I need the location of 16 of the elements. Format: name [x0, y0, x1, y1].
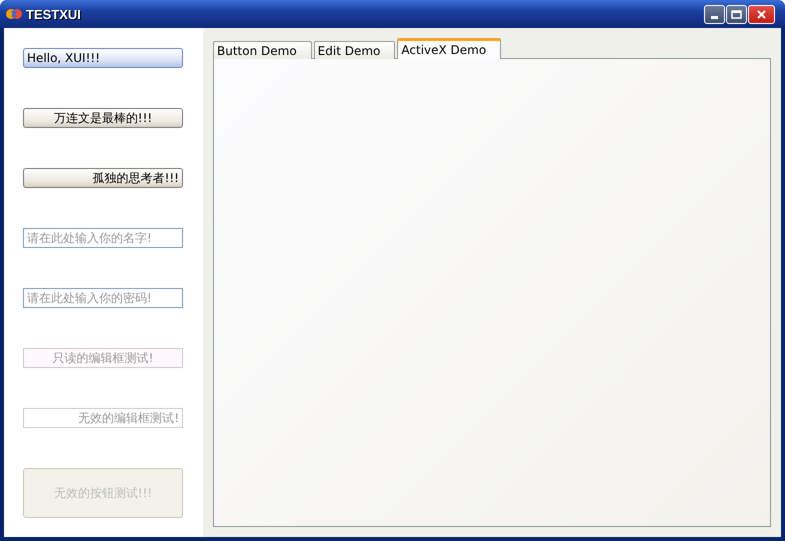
tab[interactable]: Button Demo	[213, 41, 312, 59]
app-logo-icon	[6, 7, 22, 21]
minimize-icon	[711, 16, 718, 18]
close-button[interactable]	[748, 4, 775, 24]
maximize-icon	[731, 10, 742, 18]
push-button[interactable]: 万连文是最棒的!!!	[23, 108, 183, 128]
input-field[interactable]: 请在此处输入你的名字!	[23, 228, 183, 248]
tab[interactable]: Edit Demo	[314, 41, 396, 59]
tab[interactable]: ActiveX Demo	[397, 38, 502, 59]
input-field[interactable]: 请在此处输入你的密码!	[23, 288, 183, 308]
push-button[interactable]: Hello, XUI!!!	[23, 48, 183, 68]
push-button[interactable]: 孤独的思考者!!!	[23, 168, 183, 188]
window-title: TESTXUI	[26, 6, 82, 22]
close-icon	[757, 10, 766, 18]
minimize-button[interactable]	[704, 4, 725, 24]
maximize-button[interactable]	[726, 4, 747, 24]
